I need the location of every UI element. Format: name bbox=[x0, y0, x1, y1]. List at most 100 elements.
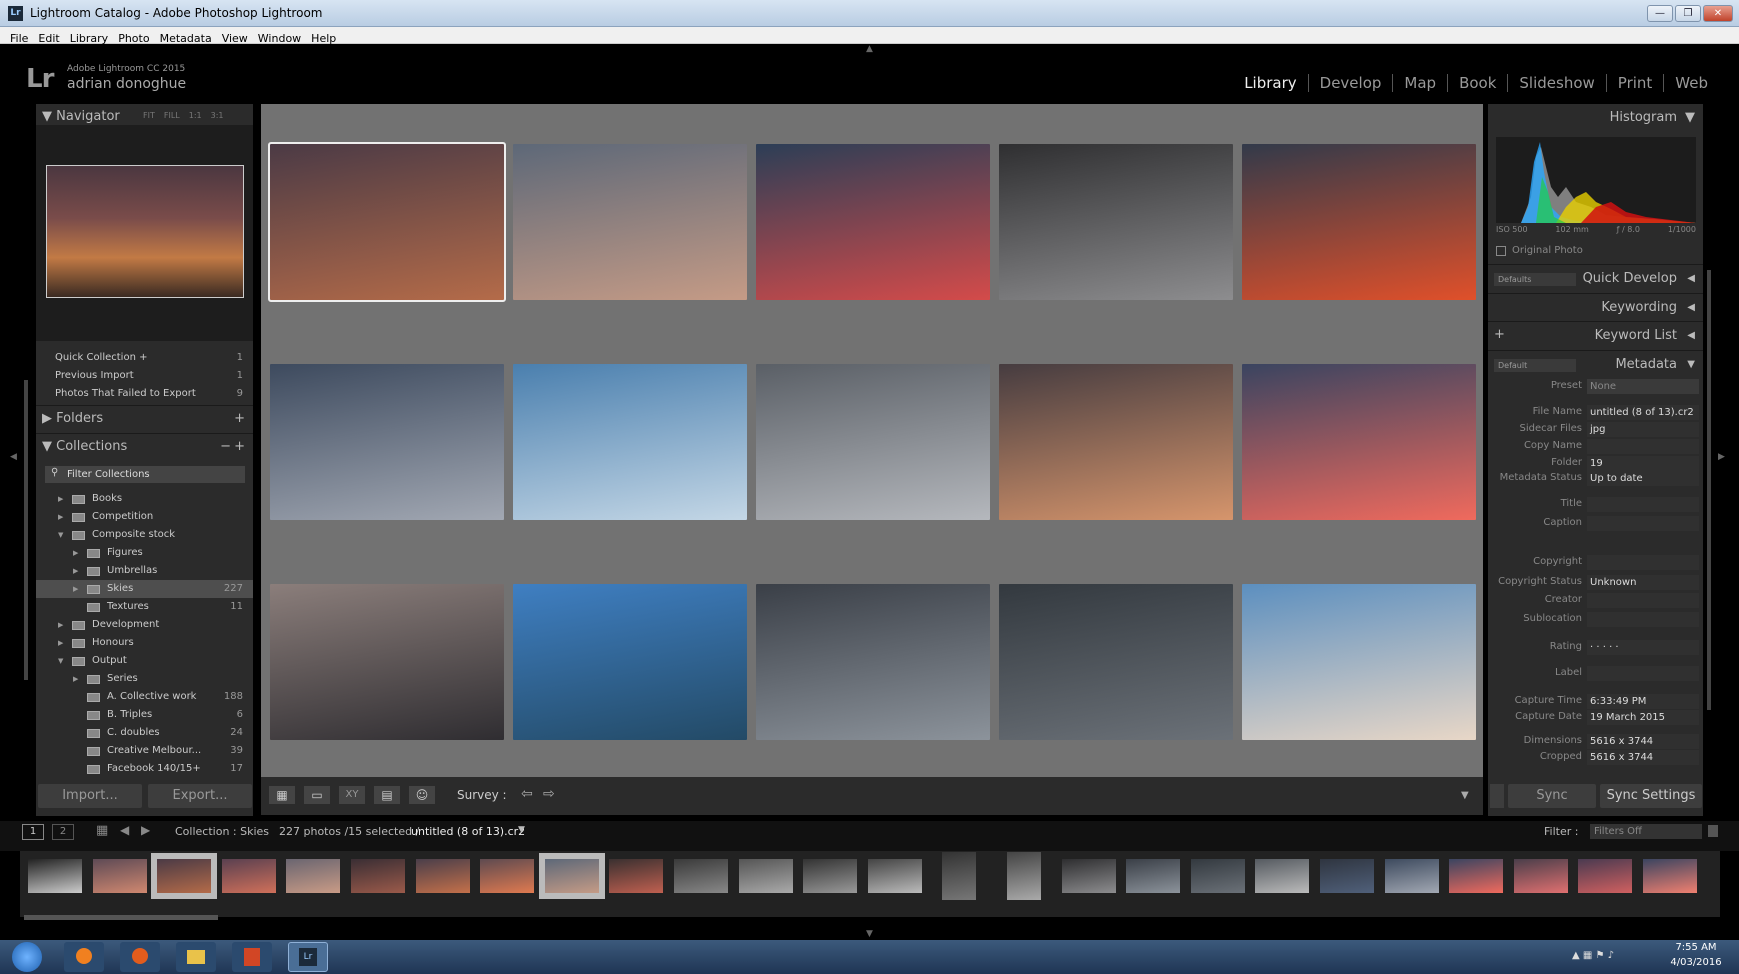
grid-view-icon[interactable]: ▦ bbox=[269, 786, 295, 804]
filmstrip-scrollbar[interactable] bbox=[24, 915, 218, 920]
collections-header[interactable]: ▼ Collections − + bbox=[36, 433, 253, 459]
add-folder-icon[interactable]: + bbox=[234, 406, 245, 432]
filmstrip-thumbnail[interactable] bbox=[480, 859, 535, 893]
lightroom-taskbar-icon[interactable]: Lr bbox=[288, 942, 328, 972]
metadata-value[interactable]: 6:33:49 PM bbox=[1587, 694, 1699, 709]
filmstrip-thumbnail[interactable] bbox=[1126, 859, 1181, 893]
collapse-right-panel-icon[interactable]: ▶ bbox=[1718, 452, 1725, 462]
sync-settings-button[interactable]: Sync Settings bbox=[1600, 784, 1702, 808]
metadata-value[interactable]: Up to date bbox=[1587, 471, 1699, 486]
sync-toggle-switch[interactable] bbox=[1490, 784, 1504, 808]
filmstrip-thumbnail[interactable] bbox=[28, 859, 82, 893]
collection-disclosure-icon[interactable]: ▶ bbox=[58, 616, 63, 634]
photo-thumbnail[interactable] bbox=[268, 142, 506, 302]
original-photo-checkbox[interactable] bbox=[1496, 246, 1506, 256]
collection-item[interactable]: Textures 11 bbox=[36, 598, 253, 616]
collection-item[interactable]: Facebook 140/15+ 17 bbox=[36, 760, 253, 778]
zoom-option[interactable]: 3:1 bbox=[211, 111, 224, 120]
zoom-option[interactable]: FIT bbox=[143, 111, 155, 120]
zoom-option[interactable]: FILL bbox=[164, 111, 180, 120]
photo-thumbnail[interactable] bbox=[756, 144, 990, 300]
filmstrip-thumbnail[interactable] bbox=[351, 859, 405, 893]
quick-develop-header[interactable]: Defaults Quick Develop ◀ bbox=[1488, 264, 1703, 292]
collection-item[interactable]: C. doubles 24 bbox=[36, 724, 253, 742]
collection-item[interactable]: ▶ Figures bbox=[36, 544, 253, 562]
filmstrip-thumbnail[interactable] bbox=[415, 859, 470, 893]
module-map[interactable]: Map bbox=[1392, 74, 1447, 92]
photo-thumbnail[interactable] bbox=[999, 144, 1233, 300]
collection-item[interactable]: B. Triples 6 bbox=[36, 706, 253, 724]
metadata-value[interactable] bbox=[1587, 439, 1699, 454]
metadata-value[interactable] bbox=[1587, 593, 1699, 608]
collection-item[interactable]: ▶ Skies 227 bbox=[36, 580, 253, 598]
next-arrow-icon[interactable]: ⇨ bbox=[543, 786, 555, 802]
photo-thumbnail[interactable] bbox=[1242, 144, 1476, 300]
filter-select[interactable]: Filters Off bbox=[1590, 824, 1702, 839]
export-button[interactable]: Export... bbox=[148, 784, 252, 808]
photo-thumbnail[interactable] bbox=[513, 364, 747, 520]
metadata-value[interactable]: untitled (8 of 13).cr2 bbox=[1587, 405, 1699, 420]
start-button[interactable] bbox=[12, 942, 42, 972]
collection-disclosure-icon[interactable]: ▶ bbox=[58, 508, 63, 526]
collection-item[interactable]: ▶ Umbrellas bbox=[36, 562, 253, 580]
maximize-button[interactable]: ❐ bbox=[1675, 5, 1701, 22]
filmstrip-thumbnail[interactable] bbox=[286, 859, 341, 893]
filmstrip-thumbnail[interactable] bbox=[1643, 859, 1697, 893]
filmstrip-thumbnail[interactable] bbox=[1384, 859, 1439, 893]
forward-icon[interactable]: ▶ bbox=[141, 823, 150, 837]
metadata-value[interactable] bbox=[1587, 666, 1699, 681]
left-panel-scrollbar[interactable] bbox=[24, 380, 28, 680]
collapse-top-panel-icon[interactable]: ▲ bbox=[866, 44, 873, 54]
collection-item[interactable]: Creative Melbour... 39 bbox=[36, 742, 253, 760]
filmstrip-thumbnail[interactable] bbox=[942, 852, 977, 900]
primary-window-tab[interactable]: 1 bbox=[22, 824, 44, 840]
photo-thumbnail[interactable] bbox=[513, 144, 747, 300]
collection-item[interactable]: ▶ Series bbox=[36, 670, 253, 688]
people-view-icon[interactable]: ☺ bbox=[409, 786, 435, 804]
collection-disclosure-icon[interactable]: ▶ bbox=[73, 580, 78, 598]
photo-thumbnail[interactable] bbox=[999, 584, 1233, 740]
keywording-header[interactable]: Keywording ◀ bbox=[1488, 293, 1703, 321]
filmstrip-thumbnail[interactable] bbox=[1061, 859, 1116, 893]
collection-disclosure-icon[interactable]: ▼ bbox=[58, 526, 63, 544]
toolbar-menu-chevron-icon[interactable]: ▼ bbox=[1461, 790, 1469, 801]
filename-dropdown-icon[interactable]: ▼ bbox=[518, 825, 525, 835]
navigator-thumbnail[interactable] bbox=[46, 165, 244, 298]
selected-filename[interactable]: untitled (8 of 13).cr2 bbox=[411, 825, 525, 838]
collapse-bottom-panel-icon[interactable]: ▼ bbox=[866, 929, 873, 939]
module-web[interactable]: Web bbox=[1663, 74, 1719, 92]
filmstrip-thumbnail[interactable] bbox=[803, 859, 858, 893]
explorer-taskbar-icon[interactable] bbox=[176, 942, 216, 972]
filmstrip-thumbnail[interactable] bbox=[609, 859, 664, 893]
catalog-item[interactable]: Quick Collection + 1 bbox=[36, 349, 253, 367]
collection-disclosure-icon[interactable]: ▼ bbox=[58, 652, 63, 670]
catalog-item[interactable]: Photos That Failed to Export 9 bbox=[36, 385, 253, 403]
minimize-button[interactable]: — bbox=[1647, 5, 1673, 22]
right-panel-scrollbar[interactable] bbox=[1707, 270, 1711, 710]
compare-view-icon[interactable]: XY bbox=[339, 786, 365, 804]
powerpoint-taskbar-icon[interactable] bbox=[232, 942, 272, 972]
loupe-view-icon[interactable]: ▭ bbox=[304, 786, 330, 804]
zoom-option[interactable]: 1:1 bbox=[189, 111, 202, 120]
filmstrip-source[interactable]: Collection : Skies bbox=[175, 825, 269, 838]
collapse-left-panel-icon[interactable]: ◀ bbox=[10, 452, 17, 462]
tray-icons[interactable]: ▲ ▦ ⚑ ♪ bbox=[1572, 950, 1614, 961]
remove-collection-icon[interactable]: − bbox=[220, 434, 231, 460]
media-player-taskbar-icon[interactable] bbox=[64, 942, 104, 972]
metadata-value[interactable] bbox=[1587, 555, 1699, 570]
module-library[interactable]: Library bbox=[1233, 74, 1307, 92]
filmstrip-thumbnail[interactable] bbox=[1513, 859, 1568, 893]
collection-disclosure-icon[interactable]: ▶ bbox=[73, 544, 78, 562]
metadata-value[interactable] bbox=[1587, 516, 1699, 531]
clock-time[interactable]: 7:55 AM bbox=[1666, 942, 1726, 953]
filmstrip-thumbnail[interactable] bbox=[1255, 859, 1310, 893]
metadata-value[interactable]: 19 March 2015 bbox=[1587, 710, 1699, 725]
metadata-value[interactable]: 5616 x 3744 bbox=[1587, 734, 1699, 749]
metadata-value[interactable]: 19 bbox=[1587, 456, 1699, 471]
collection-disclosure-icon[interactable]: ▶ bbox=[58, 490, 63, 508]
add-collection-icon[interactable]: + bbox=[234, 434, 245, 460]
photo-thumbnail[interactable] bbox=[270, 364, 504, 520]
close-button[interactable]: ✕ bbox=[1703, 5, 1733, 22]
metadata-header[interactable]: Default Metadata ▼ bbox=[1488, 350, 1703, 378]
sync-button[interactable]: Sync bbox=[1508, 784, 1596, 808]
